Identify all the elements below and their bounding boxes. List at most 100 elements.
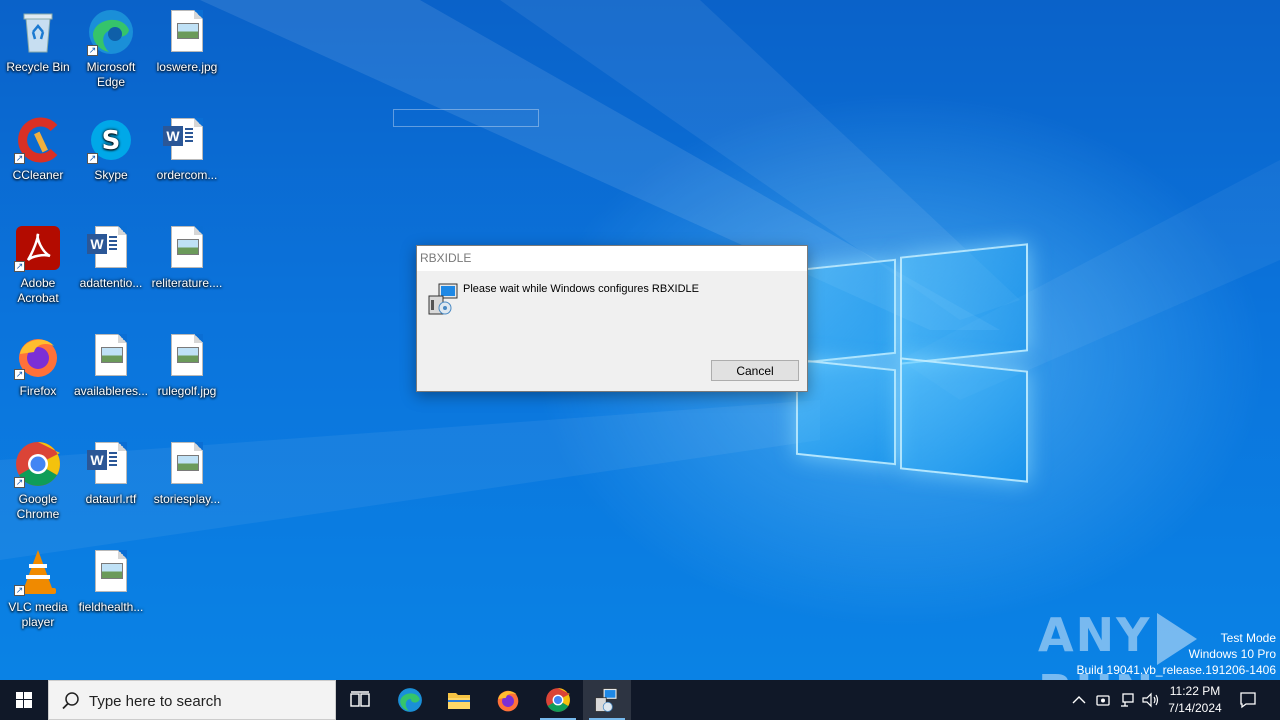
taskbar-search-box[interactable]: Type here to search [48, 680, 336, 720]
desktop-icon-dataurl-rtf[interactable]: W dataurl.rtf [73, 440, 149, 507]
desktop-icon-label: Adobe Acrobat [17, 276, 59, 305]
edge-icon [398, 688, 422, 712]
notification-icon [1240, 692, 1256, 709]
rbxidle-configure-dialog: RBXIDLE Please wait while Windows config… [416, 245, 808, 392]
vlc-icon: ↗ [14, 548, 62, 596]
network-button[interactable] [1116, 680, 1138, 720]
dialog-message: Please wait while Windows configures RBX… [463, 283, 699, 295]
desktop-icon-adobe-acrobat[interactable]: ↗ Adobe Acrobat [0, 224, 76, 306]
shortcut-arrow-icon: ↗ [14, 585, 25, 596]
desktop-icon-reliterature[interactable]: reliterature.... [149, 224, 225, 291]
installer-icon [427, 282, 461, 316]
image-file-icon [163, 224, 211, 272]
shortcut-arrow-icon: ↗ [14, 261, 25, 272]
taskbar-clock[interactable]: 11:22 PM 7/14/2024 [1164, 683, 1226, 717]
desktop-icon-microsoft-edge[interactable]: ↗ Microsoft Edge [73, 8, 149, 90]
watermark-line-2: Windows 10 Pro [1188, 647, 1276, 661]
desktop-icon-availableres[interactable]: availableres... [73, 332, 149, 399]
desktop-icon-ccleaner[interactable]: ↗ CCleaner [0, 116, 76, 183]
desktop-icon-label: Recycle Bin [6, 60, 70, 74]
desktop-icon-label: rulegolf.jpg [157, 384, 217, 398]
desktop-icon-label: adattentio... [79, 276, 143, 290]
desktop-icon-loswere-jpg[interactable]: loswere.jpg [149, 8, 225, 75]
taskbar-firefox-button[interactable] [484, 680, 532, 720]
image-file-icon [163, 440, 211, 488]
shortcut-arrow-icon: ↗ [14, 153, 25, 164]
shortcut-arrow-icon: ↗ [14, 369, 25, 380]
chrome-icon [546, 688, 570, 712]
desktop-icon-label: VLC media player [8, 600, 68, 629]
speaker-icon [1142, 692, 1159, 708]
word-document-icon: W [87, 440, 135, 488]
word-document-icon: W [87, 224, 135, 272]
tray-app-button[interactable] [1092, 680, 1114, 720]
desktop-icon-ordercom[interactable]: W ordercom... [149, 116, 225, 183]
desktop-icon-label: Microsoft Edge [86, 60, 136, 89]
chevron-up-icon [1072, 696, 1086, 704]
edge-icon: ↗ [87, 8, 135, 56]
svg-text:S: S [102, 126, 121, 156]
search-placeholder: Type here to search [89, 693, 222, 710]
network-icon [1121, 693, 1134, 707]
desktop-icon-label: Google Chrome [16, 492, 60, 521]
task-view-icon [350, 691, 370, 707]
desktop-icon-fieldhealth[interactable]: fieldhealth... [73, 548, 149, 615]
desktop-icon-label: fieldhealth... [78, 600, 144, 614]
desktop-icon-label: availableres... [73, 384, 149, 398]
desktop-icon-label: Firefox [19, 384, 57, 398]
watermark-line-1: Test Mode [1220, 631, 1276, 645]
shortcut-arrow-icon: ↗ [87, 153, 98, 164]
skype-icon: S ↗ [87, 116, 135, 164]
installer-icon [595, 688, 618, 712]
ccleaner-icon: ↗ [14, 116, 62, 164]
firefox-icon: ↗ [14, 332, 62, 380]
image-file-icon [163, 8, 211, 56]
desktop-icon-label: Skype [94, 168, 128, 182]
shortcut-arrow-icon: ↗ [14, 477, 25, 488]
taskbar-chrome-button[interactable] [534, 680, 582, 720]
image-file-icon [163, 332, 211, 380]
desktop-icon-skype[interactable]: S ↗ Skype [73, 116, 149, 183]
desktop-icon-adattentio[interactable]: W adattentio... [73, 224, 149, 291]
taskbar: Type here to search 11:22 PM 7/14/2024 [0, 680, 1280, 720]
chrome-icon: ↗ [14, 440, 62, 488]
wallpaper-windows-logo [796, 242, 1028, 483]
desktop-icon-firefox[interactable]: ↗ Firefox [0, 332, 76, 399]
ghost-window-outline [393, 109, 539, 127]
volume-button[interactable] [1140, 680, 1162, 720]
desktop-icon-recycle-bin[interactable]: Recycle Bin [0, 8, 76, 75]
test-mode-watermark: Test Mode Windows 10 Pro Build 19041.vb_… [1077, 630, 1277, 678]
desktop-icon-storiesplay[interactable]: storiesplay... [149, 440, 225, 507]
start-button[interactable] [0, 680, 48, 720]
folder-icon [448, 693, 470, 709]
taskbar-edge-button[interactable] [386, 680, 434, 720]
clock-date: 7/14/2024 [1168, 701, 1222, 715]
image-file-icon [87, 332, 135, 380]
desktop-icon-label: CCleaner [12, 168, 64, 182]
desktop-icon-google-chrome[interactable]: ↗ Google Chrome [0, 440, 76, 522]
firefox-icon [497, 690, 519, 712]
show-hidden-icons-button[interactable] [1068, 680, 1090, 720]
desktop-icon-label: ordercom... [156, 168, 218, 182]
desktop-icon-rulegolf-jpg[interactable]: rulegolf.jpg [149, 332, 225, 399]
taskbar-installer-button[interactable] [583, 680, 631, 720]
desktop-icon-label: dataurl.rtf [85, 492, 137, 506]
shortcut-arrow-icon: ↗ [87, 45, 98, 56]
acrobat-icon: ↗ [14, 224, 62, 272]
desktop-icon-label: storiesplay... [153, 492, 221, 506]
word-document-icon: W [163, 116, 211, 164]
dialog-title: RBXIDLE [417, 246, 807, 271]
desktop-icon-vlc-media-player[interactable]: ↗ VLC media player [0, 548, 76, 630]
meet-now-icon [1096, 695, 1110, 706]
windows-start-icon [16, 692, 32, 708]
taskbar-file-explorer-button[interactable] [435, 680, 483, 720]
watermark-line-3: Build 19041.vb_release.191206-1406 [1076, 663, 1277, 677]
search-icon [62, 692, 79, 710]
task-view-button[interactable] [336, 680, 384, 720]
clock-time: 11:22 PM [1169, 684, 1221, 698]
desktop-icon-label: reliterature.... [151, 276, 223, 290]
action-center-button[interactable] [1236, 680, 1260, 720]
cancel-button[interactable]: Cancel [711, 360, 799, 381]
image-file-icon [87, 548, 135, 596]
recycle-bin-icon [14, 8, 62, 56]
